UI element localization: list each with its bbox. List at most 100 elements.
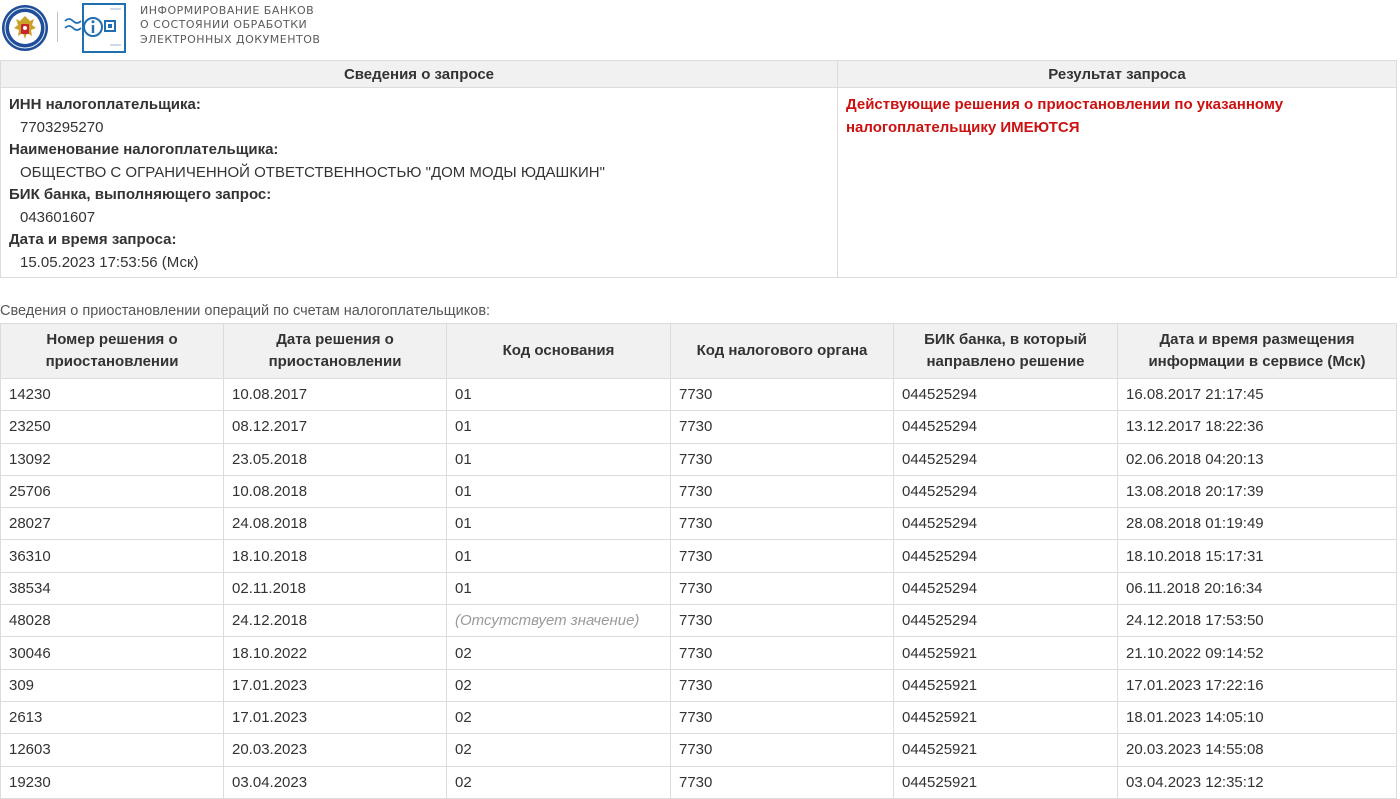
result-section-header: Результат запроса (837, 60, 1397, 88)
table-row: 19230 03.04.2023 02 7730 044525921 03.04.2023… (0, 765, 1397, 799)
decision-number-cell: 48028 (0, 604, 224, 638)
table-row: 25706 10.08.2018 01 7730 044525294 13.08.2018… (0, 474, 1397, 509)
bik-value: 043601607 (20, 208, 96, 226)
table-row: 309 17.01.2023 02 7730 044525921 17.01.2023 1… (0, 668, 1397, 702)
bank-bik-cell: 044525294 (893, 377, 1118, 412)
tax-office-code-cell: 7730 (670, 539, 894, 573)
decision-number-cell: 19230 (0, 765, 224, 799)
request-details-cell: ИНН налогоплательщика: 7703295270 Наимен… (0, 87, 838, 278)
decision-date-cell: 02.11.2018 (223, 571, 447, 606)
basis-code-cell: 01 (446, 410, 671, 444)
bank-bik-cell: 044525294 (893, 507, 1118, 541)
decision-number-cell: 25706 (0, 474, 224, 509)
basis-code-cell: 02 (446, 636, 671, 670)
tax-office-code-cell: 7730 (670, 636, 894, 670)
bank-bik-cell: 044525294 (893, 474, 1118, 509)
request-info-table: Сведения о запросе Результат запроса ИНН… (0, 60, 1397, 278)
posted-datetime-cell: 13.08.2018 20:17:39 (1117, 474, 1397, 509)
decision-date-cell: 08.12.2017 (223, 410, 447, 444)
inn-label: ИНН налогоплательщика: (9, 96, 201, 113)
posted-datetime-cell: 03.04.2023 12:35:12 (1117, 765, 1397, 799)
posted-datetime-cell: 20.03.2023 14:55:08 (1117, 733, 1397, 767)
column-header-decision-number: Номер решения о приостановлении (0, 323, 224, 379)
posted-datetime-cell: 18.01.2023 14:05:10 (1117, 700, 1397, 735)
service-title-line-1: Информирование банков (140, 4, 315, 17)
tax-office-code-cell: 7730 (670, 604, 894, 638)
posted-datetime-cell: 21.10.2022 09:14:52 (1117, 636, 1397, 670)
decision-number-cell: 36310 (0, 539, 224, 573)
taxpayer-name-value: ОБЩЕСТВО С ОГРАНИЧЕННОЙ ОТВЕТСТВЕННОСТЬЮ… (20, 163, 605, 181)
decision-date-cell: 10.08.2017 (223, 377, 447, 412)
suspensions-header-row: Номер решения о приостановлении Дата реш… (0, 323, 1397, 379)
page-header: Информирование банков о состоянии обрабо… (0, 0, 1400, 60)
table-row: 12603 20.03.2023 02 7730 044525921 20.03.2023… (0, 733, 1397, 767)
decision-number-cell: 14230 (0, 377, 224, 412)
decision-date-cell: 24.08.2018 (223, 507, 447, 541)
tax-office-code-cell: 7730 (670, 571, 894, 606)
decision-number-cell: 309 (0, 668, 224, 702)
decision-number-cell: 13092 (0, 442, 224, 476)
bank-bik-cell: 044525921 (893, 668, 1118, 702)
inn-value: 7703295270 (20, 118, 104, 136)
fns-emblem-icon (2, 5, 48, 51)
tax-office-code-cell: 7730 (670, 765, 894, 799)
decision-number-cell: 12603 (0, 733, 224, 767)
table-row: 36310 18.10.2018 01 7730 044525294 18.10.2018… (0, 539, 1397, 573)
decision-date-cell: 23.05.2018 (223, 442, 447, 476)
basis-code-cell: 02 (446, 765, 671, 799)
decision-date-cell: 17.01.2023 (223, 700, 447, 735)
tax-office-code-cell: 7730 (670, 377, 894, 412)
tax-office-code-cell: 7730 (670, 700, 894, 735)
posted-datetime-cell: 16.08.2017 21:17:45 (1117, 377, 1397, 412)
tax-office-code-cell: 7730 (670, 668, 894, 702)
result-cell: Действующие решения о приостановлении по… (837, 87, 1397, 278)
bank-bik-cell: 044525921 (893, 733, 1118, 767)
decision-date-cell: 18.10.2022 (223, 636, 447, 670)
basis-code-cell: 01 (446, 474, 671, 509)
request-section-header: Сведения о запросе (0, 60, 838, 88)
tax-office-code-cell: 7730 (670, 507, 894, 541)
suspensions-table: Номер решения о приостановлении Дата реш… (0, 323, 1397, 799)
tax-office-code-cell: 7730 (670, 442, 894, 476)
bank-bik-cell: 044525294 (893, 539, 1118, 573)
decision-date-cell: 20.03.2023 (223, 733, 447, 767)
posted-datetime-cell: 13.12.2017 18:22:36 (1117, 410, 1397, 444)
bank-bik-cell: 044525921 (893, 700, 1118, 735)
table-row: 38534 02.11.2018 01 7730 044525294 06.11.2018… (0, 571, 1397, 606)
info-service-logo-icon (64, 3, 126, 53)
bank-bik-cell: 044525921 (893, 765, 1118, 799)
service-title-line-2: о состоянии обработки (140, 18, 308, 32)
column-header-basis-code: Код основания (446, 323, 671, 379)
decision-number-cell: 2613 (0, 700, 224, 735)
decision-date-cell: 10.08.2018 (223, 474, 447, 509)
posted-datetime-cell: 17.01.2023 17:22:16 (1117, 668, 1397, 702)
service-title-line-3: электронных документов (140, 32, 321, 46)
bank-bik-cell: 044525294 (893, 410, 1118, 444)
basis-code-cell: 02 (446, 700, 671, 735)
decision-number-cell: 30046 (0, 636, 224, 670)
bik-label: БИК банка, выполняющего запрос: (9, 186, 272, 203)
result-message: Действующие решения о приостановлении по… (846, 96, 1284, 136)
table-row: 48028 24.12.2018 (Отсутствует значение) 773… (0, 604, 1397, 638)
posted-datetime-cell: 06.11.2018 20:16:34 (1117, 571, 1397, 606)
table-row: 13092 23.05.2018 01 7730 044525294 02.06.2018… (0, 442, 1397, 476)
tax-office-code-cell: 7730 (670, 410, 894, 444)
decision-date-cell: 17.01.2023 (223, 668, 447, 702)
bank-bik-cell: 044525294 (893, 571, 1118, 606)
decision-date-cell: 18.10.2018 (223, 539, 447, 573)
bank-bik-cell: 044525294 (893, 604, 1118, 638)
header-divider (57, 12, 58, 42)
request-datetime-value: 15.05.2023 17:53:56 (Мск) (20, 253, 199, 271)
basis-code-cell: 01 (446, 377, 671, 412)
decision-date-cell: 03.04.2023 (223, 765, 447, 799)
decision-date-cell: 24.12.2018 (223, 604, 447, 638)
basis-code-cell: 01 (446, 571, 671, 606)
service-title: Информирование банков о состоянии обрабо… (140, 4, 320, 47)
column-header-posted-datetime: Дата и время размещения информации в сер… (1117, 323, 1397, 379)
tax-office-code-cell: 7730 (670, 474, 894, 509)
basis-code-cell: (Отсутствует значение) (446, 604, 671, 638)
table-row: 2613 17.01.2023 02 7730 044525921 18.01.2023 … (0, 700, 1397, 735)
bank-bik-cell: 044525294 (893, 442, 1118, 476)
posted-datetime-cell: 18.10.2018 15:17:31 (1117, 539, 1397, 573)
table-row: 14230 10.08.2017 01 7730 044525294 16.08.2017… (0, 377, 1397, 412)
